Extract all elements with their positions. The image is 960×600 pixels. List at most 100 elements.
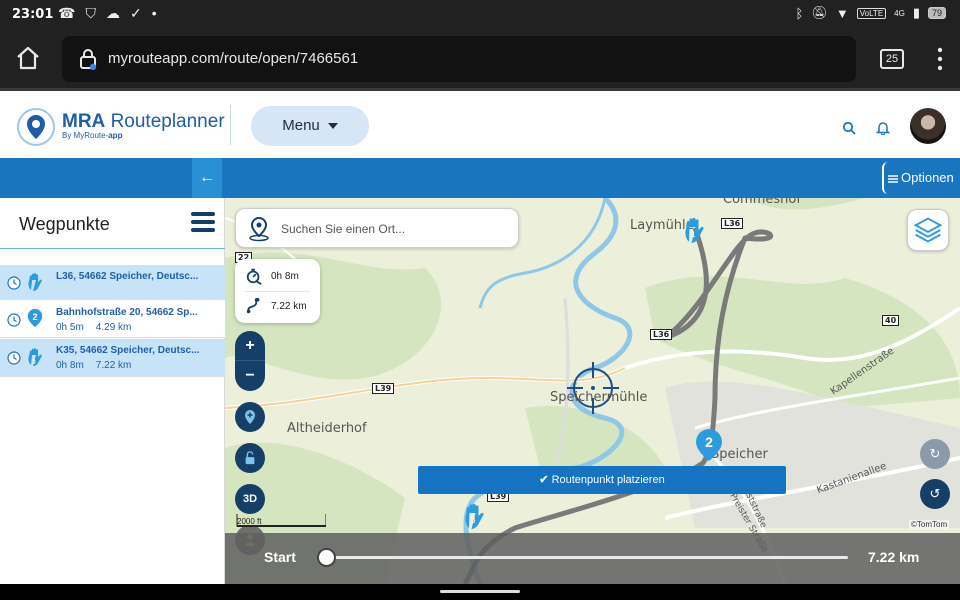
check-icon: ✓ bbox=[129, 5, 142, 21]
pin-number: 2 bbox=[32, 312, 37, 322]
route-stats-card: 0h 8m 7.22 km bbox=[235, 259, 320, 323]
waypoint-row-2[interactable]: 2 Bahnhofstraße 20, 54662 Sp... 0h 5m 4.2… bbox=[0, 300, 225, 338]
waypoint-distance: 7.22 km bbox=[95, 360, 132, 371]
map-label-speichermuhle: Speichermühle bbox=[550, 390, 648, 405]
marker-number: 3 bbox=[471, 516, 476, 525]
avatar[interactable] bbox=[910, 108, 946, 144]
battery-icon: 79 bbox=[927, 7, 946, 19]
place-waypoint-label: Routenpunkt platzieren bbox=[551, 474, 665, 486]
hand-marker-icon bbox=[28, 273, 42, 291]
browser-bar: myrouteapp.com/route/open/7466561 25 bbox=[0, 30, 960, 88]
gesture-handle[interactable] bbox=[440, 590, 520, 593]
slider-thumb[interactable] bbox=[317, 548, 336, 567]
options-button[interactable]: Optionen bbox=[882, 162, 956, 194]
stats-distance-row: 7.22 km bbox=[245, 297, 307, 315]
location-search-input[interactable]: Suchen Sie einen Ort... bbox=[235, 208, 519, 248]
clock-icon[interactable] bbox=[7, 351, 21, 365]
road-shield-40: 40 bbox=[882, 315, 900, 326]
waypoint-name: Bahnhofstraße 20, 54662 Sp... bbox=[56, 307, 198, 318]
stats-time: 0h 8m bbox=[271, 270, 299, 282]
menu-button[interactable]: Menu bbox=[251, 106, 369, 146]
zoom-controls: + − bbox=[235, 331, 265, 391]
logo-title-rest: Routeplanner bbox=[110, 111, 225, 132]
system-icons: ᛒ 🔕︎ ▼ VoLTE 4G ▮ 79 bbox=[796, 5, 946, 21]
waypoint-row-3[interactable]: 3 K35, 54662 Speicher, Deutsc... 0h 8m 7.… bbox=[0, 339, 225, 377]
road-shield-l36: L36 bbox=[650, 329, 673, 340]
waypoint-time: 0h 8m bbox=[56, 360, 84, 371]
stats-distance: 7.22 km bbox=[271, 300, 307, 312]
slider-start-label: Start bbox=[264, 549, 296, 565]
refresh-button[interactable]: ↻ bbox=[920, 439, 950, 469]
road-shield-l39: L39 bbox=[372, 383, 395, 394]
search-icon[interactable] bbox=[842, 121, 856, 135]
scale-label: 2000 ft bbox=[237, 517, 262, 526]
app-header: MRA Routeplanner By MyRoute-app Menu bbox=[0, 88, 960, 158]
road-shield-l36: L36 bbox=[721, 218, 744, 229]
location-plus-icon bbox=[245, 410, 255, 424]
logo-title: MRA Routeplanner bbox=[62, 111, 225, 133]
url-text: myrouteapp.com/route/open/7466561 bbox=[108, 50, 359, 67]
home-icon[interactable] bbox=[14, 44, 42, 72]
collapse-sidebar-button[interactable]: ← bbox=[192, 158, 222, 198]
add-waypoint-button[interactable] bbox=[235, 402, 265, 432]
address-bar[interactable]: myrouteapp.com/route/open/7466561 bbox=[62, 36, 856, 82]
marker-number: 2 bbox=[705, 434, 713, 450]
more-options-icon[interactable] bbox=[932, 46, 948, 72]
numbered-pin-icon: 2 bbox=[27, 308, 43, 328]
place-waypoint-button[interactable]: ✔ Routenpunkt platzieren bbox=[418, 466, 786, 494]
bell-icon[interactable] bbox=[876, 120, 890, 135]
network-type: 4G bbox=[894, 8, 905, 18]
mute-icon: 🔕︎ bbox=[811, 5, 828, 20]
check-circle-icon: ✔ bbox=[539, 474, 549, 486]
map-label-altheiderhof: Altheiderhof bbox=[287, 421, 367, 436]
sidebar-title: Wegpunkte bbox=[19, 214, 110, 234]
bluetooth-icon: ᛒ bbox=[795, 5, 804, 21]
tab-switcher-button[interactable]: 25 bbox=[880, 49, 904, 69]
route-progress-bar: Start 7.22 km bbox=[225, 533, 960, 584]
cloud-icon: ☁ bbox=[105, 5, 120, 21]
logo-sub-prefix: By MyRoute- bbox=[62, 131, 109, 140]
clock-icon[interactable] bbox=[7, 313, 21, 327]
waypoint-meta: 0h 5m 4.29 km bbox=[56, 322, 143, 333]
system-nav-bar bbox=[0, 584, 960, 600]
logo-sub-bold: app bbox=[108, 131, 123, 140]
waypoint-name: L36, 54662 Speicher, Deutsc... bbox=[56, 271, 199, 282]
unlock-button[interactable] bbox=[235, 443, 265, 473]
stats-time-row: 0h 8m bbox=[245, 267, 299, 285]
status-bar: 23:01 ☎ ⛉ ☁ ✓ • ᛒ 🔕︎ ▼ VoLTE 4G ▮ 79 bbox=[0, 0, 960, 30]
dot-icon: • bbox=[151, 5, 157, 21]
logo-pin-icon[interactable] bbox=[16, 107, 56, 147]
options-label: Optionen bbox=[901, 170, 954, 185]
status-time: 23:01 bbox=[12, 7, 54, 22]
toolbar: ← Optionen bbox=[0, 158, 960, 198]
logo-title-bold: MRA bbox=[62, 111, 106, 132]
menu-label: Menu bbox=[282, 117, 320, 134]
stopwatch-icon bbox=[246, 268, 262, 285]
numbered-pin-2-icon[interactable]: 2 bbox=[695, 428, 723, 462]
zoom-out-button[interactable]: − bbox=[235, 361, 265, 391]
slider-track[interactable] bbox=[325, 556, 848, 559]
waypoint-name: K35, 54662 Speicher, Deutsc... bbox=[56, 345, 200, 356]
layers-icon bbox=[913, 217, 943, 243]
sidebar-separator bbox=[0, 248, 225, 249]
refresh-icon: ↻ bbox=[929, 446, 941, 461]
unlock-icon bbox=[245, 451, 255, 465]
caret-down-icon bbox=[327, 123, 338, 130]
waypoint-row-1[interactable]: L36, 54662 Speicher, Deutsc... bbox=[0, 265, 225, 300]
hamburger-icon[interactable] bbox=[190, 210, 216, 234]
route-distance-icon bbox=[246, 297, 260, 314]
hand-marker-1-icon[interactable]: 1 bbox=[682, 216, 706, 244]
layers-button[interactable] bbox=[907, 209, 949, 251]
signal-icon: ▮ bbox=[912, 5, 920, 20]
map-canvas[interactable]: Laymühle Commeshof Speichermühle Altheid… bbox=[225, 198, 960, 584]
clock-icon[interactable] bbox=[7, 276, 21, 290]
map-attribution: ©TomTom bbox=[909, 520, 950, 529]
logo-subtitle: By MyRoute-app bbox=[62, 131, 122, 140]
volte-badge: VoLTE bbox=[856, 7, 887, 19]
location-pin-icon bbox=[249, 216, 269, 242]
hand-marker-3-icon[interactable]: 3 bbox=[462, 502, 486, 530]
zoom-in-button[interactable]: + bbox=[235, 331, 265, 361]
rotate-reset-button[interactable]: ↺ bbox=[920, 479, 950, 509]
marker-number: 1 bbox=[691, 230, 696, 239]
header-divider bbox=[230, 105, 231, 145]
